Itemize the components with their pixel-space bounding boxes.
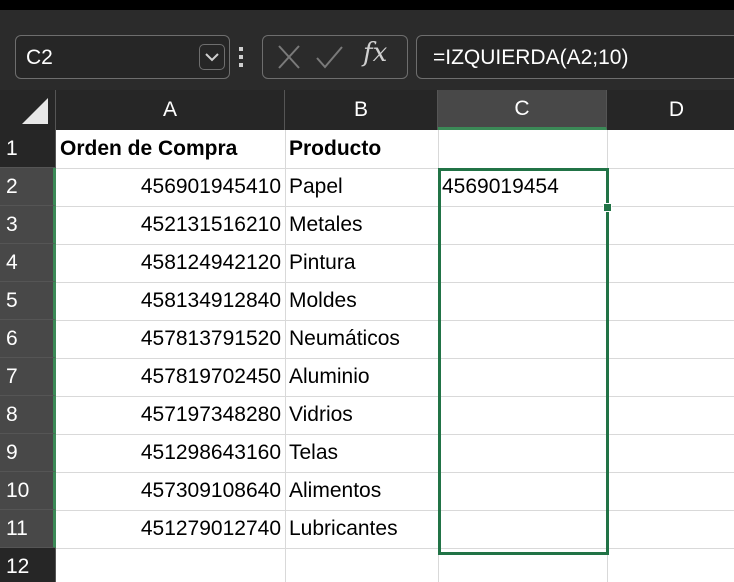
formula-buttons: fx bbox=[262, 35, 408, 79]
row-header-5[interactable]: 5 bbox=[0, 282, 56, 320]
row-header-7[interactable]: 7 bbox=[0, 358, 56, 396]
row-header-12[interactable]: 12 bbox=[0, 548, 56, 582]
cell-a5[interactable]: 458134912840 bbox=[56, 282, 285, 320]
formula-bar: C2 fx =IZQUIERDA(A2;10) bbox=[0, 10, 734, 90]
cell-a4[interactable]: 458124942120 bbox=[56, 244, 285, 282]
cell-a8[interactable]: 457197348280 bbox=[56, 396, 285, 434]
row-header-8[interactable]: 8 bbox=[0, 396, 56, 434]
fill-handle[interactable] bbox=[603, 203, 612, 212]
vertical-dots-icon[interactable] bbox=[234, 37, 248, 77]
cell-a11[interactable]: 451279012740 bbox=[56, 510, 285, 548]
cell-a3[interactable]: 452131516210 bbox=[56, 206, 285, 244]
row-header-1[interactable]: 1 bbox=[0, 130, 56, 168]
cell-a7[interactable]: 457819702450 bbox=[56, 358, 285, 396]
cell-a9[interactable]: 451298643160 bbox=[56, 434, 285, 472]
name-box[interactable]: C2 bbox=[15, 35, 230, 79]
selection-range-border bbox=[438, 168, 609, 555]
name-box-value: C2 bbox=[26, 46, 53, 69]
column-header-d[interactable]: D bbox=[607, 90, 734, 130]
select-all-corner[interactable] bbox=[0, 90, 56, 130]
column-header-c[interactable]: C bbox=[438, 90, 607, 130]
fx-icon[interactable]: fx bbox=[363, 38, 403, 76]
row-header-9[interactable]: 9 bbox=[0, 434, 56, 472]
cell-a6[interactable]: 457813791520 bbox=[56, 320, 285, 358]
row-header-6[interactable]: 6 bbox=[0, 320, 56, 358]
column-header-b[interactable]: B bbox=[285, 90, 438, 130]
cell-b4[interactable]: Pintura bbox=[285, 244, 438, 282]
cell-b6[interactable]: Neumáticos bbox=[285, 320, 438, 358]
cell-b5[interactable]: Moldes bbox=[285, 282, 438, 320]
formula-input[interactable]: =IZQUIERDA(A2;10) bbox=[416, 35, 734, 79]
chevron-down-icon[interactable] bbox=[199, 44, 225, 70]
gridline bbox=[56, 548, 734, 549]
formula-value: =IZQUIERDA(A2;10) bbox=[433, 46, 629, 69]
spreadsheet-grid: A B C D 1 2 3 4 5 6 7 8 9 10 11 12 Orden… bbox=[0, 90, 734, 582]
cell-a10[interactable]: 457309108640 bbox=[56, 472, 285, 510]
cell-b10[interactable]: Alimentos bbox=[285, 472, 438, 510]
row-header-10[interactable]: 10 bbox=[0, 472, 56, 510]
close-icon[interactable] bbox=[273, 42, 305, 72]
cell-b9[interactable]: Telas bbox=[285, 434, 438, 472]
cell-b8[interactable]: Vidrios bbox=[285, 396, 438, 434]
row-header-11[interactable]: 11 bbox=[0, 510, 56, 548]
cell-b1[interactable]: Producto bbox=[285, 130, 438, 168]
column-header-a[interactable]: A bbox=[56, 90, 285, 130]
cell-a2[interactable]: 456901945410 bbox=[56, 168, 285, 206]
row-header-3[interactable]: 3 bbox=[0, 206, 56, 244]
row-header-4[interactable]: 4 bbox=[0, 244, 56, 282]
cell-b7[interactable]: Aluminio bbox=[285, 358, 438, 396]
check-icon[interactable] bbox=[313, 42, 345, 72]
row-header-2[interactable]: 2 bbox=[0, 168, 56, 206]
cell-b2[interactable]: Papel bbox=[285, 168, 438, 206]
window-top-strip bbox=[0, 0, 734, 10]
select-all-triangle-icon bbox=[22, 98, 48, 124]
cell-b3[interactable]: Metales bbox=[285, 206, 438, 244]
cell-a1[interactable]: Orden de Compra bbox=[56, 130, 285, 168]
cell-b11[interactable]: Lubricantes bbox=[285, 510, 438, 548]
